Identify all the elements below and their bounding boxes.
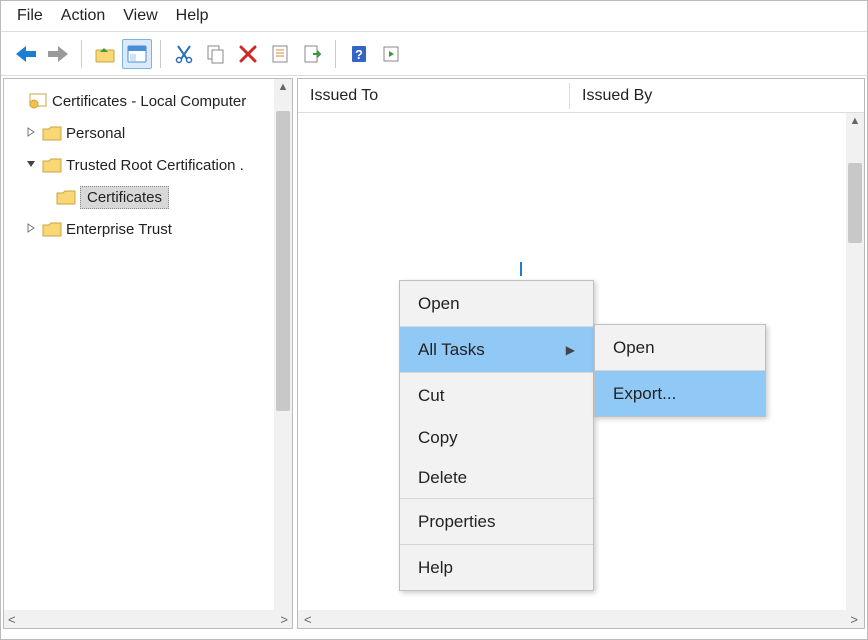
scroll-up-icon[interactable]: ▲ bbox=[278, 81, 289, 93]
submenu-arrow-icon: ▶ bbox=[566, 343, 575, 357]
tree-enterprise-label: Enterprise Trust bbox=[66, 221, 172, 238]
properties-button[interactable] bbox=[265, 39, 295, 69]
tree-root-label: Certificates - Local Computer bbox=[52, 93, 246, 110]
up-folder-button[interactable] bbox=[90, 39, 120, 69]
expand-icon[interactable] bbox=[24, 126, 38, 140]
folder-icon bbox=[42, 126, 62, 141]
menu-item-copy-label: Copy bbox=[418, 428, 458, 448]
menu-file[interactable]: File bbox=[17, 7, 43, 25]
svg-text:?: ? bbox=[355, 47, 363, 62]
show-console-tree-button[interactable] bbox=[122, 39, 152, 69]
menu-item-delete-label: Delete bbox=[418, 468, 467, 488]
tree-node-enterprise[interactable]: Enterprise Trust bbox=[6, 213, 272, 245]
scroll-left-icon[interactable]: < bbox=[8, 612, 16, 627]
toolbar-separator bbox=[335, 40, 336, 68]
tree-scroll-vertical[interactable]: ▲ bbox=[274, 79, 292, 628]
folder-icon bbox=[56, 190, 76, 205]
menu-item-help[interactable]: Help bbox=[400, 545, 593, 590]
selection-indicator bbox=[520, 262, 522, 276]
tree-root-certificates[interactable]: Certificates - Local Computer bbox=[6, 85, 272, 117]
list-header: Issued To Issued By bbox=[298, 79, 864, 113]
scroll-up-icon[interactable]: ▲ bbox=[850, 115, 861, 127]
menu-item-cut-label: Cut bbox=[418, 386, 444, 406]
submenu-item-open[interactable]: Open bbox=[595, 325, 765, 370]
list-scroll-vertical[interactable]: ▲ bbox=[846, 113, 864, 610]
refresh-button[interactable] bbox=[376, 39, 406, 69]
tree-personal-label: Personal bbox=[66, 125, 125, 142]
help-button[interactable]: ? bbox=[344, 39, 374, 69]
all-tasks-submenu: Open Export... bbox=[594, 324, 766, 417]
tree-scroll-horizontal[interactable]: < > bbox=[4, 610, 274, 628]
menu-item-all-tasks-label: All Tasks bbox=[418, 340, 485, 360]
export-list-button[interactable] bbox=[297, 39, 327, 69]
scroll-thumb[interactable] bbox=[276, 111, 290, 411]
menu-item-cut[interactable]: Cut bbox=[400, 373, 593, 418]
menu-item-copy[interactable]: Copy bbox=[400, 418, 593, 458]
submenu-item-open-label: Open bbox=[613, 338, 655, 358]
tree-certificates-label: Certificates bbox=[80, 186, 169, 209]
tree-pane: Certificates - Local Computer Personal T bbox=[3, 78, 293, 629]
toolbar-separator bbox=[81, 40, 82, 68]
list-scroll-horizontal[interactable]: < > bbox=[298, 610, 864, 628]
menu-bar: File Action View Help bbox=[1, 1, 867, 32]
collapse-icon[interactable] bbox=[24, 158, 38, 172]
menu-item-properties-label: Properties bbox=[418, 512, 495, 532]
back-button[interactable] bbox=[11, 39, 41, 69]
menu-item-delete[interactable]: Delete bbox=[400, 458, 593, 498]
copy-button[interactable] bbox=[201, 39, 231, 69]
tree-node-certificates[interactable]: Certificates bbox=[6, 181, 272, 213]
menu-item-open[interactable]: Open bbox=[400, 281, 593, 326]
tree-body: Certificates - Local Computer Personal T bbox=[4, 79, 274, 628]
submenu-item-export[interactable]: Export... bbox=[595, 371, 765, 416]
menu-item-help-label: Help bbox=[418, 558, 453, 578]
menu-view[interactable]: View bbox=[123, 7, 157, 25]
folder-icon bbox=[42, 158, 62, 173]
delete-button[interactable] bbox=[233, 39, 263, 69]
tree-node-trusted-root[interactable]: Trusted Root Certification . bbox=[6, 149, 272, 181]
column-issued-to[interactable]: Issued To bbox=[298, 83, 570, 109]
folder-icon bbox=[42, 222, 62, 237]
expand-icon[interactable] bbox=[24, 222, 38, 236]
toolbar: ? bbox=[1, 32, 867, 76]
cut-button[interactable] bbox=[169, 39, 199, 69]
tree-node-personal[interactable]: Personal bbox=[6, 117, 272, 149]
forward-button[interactable] bbox=[43, 39, 73, 69]
scroll-right-icon[interactable]: > bbox=[850, 612, 858, 627]
scroll-thumb[interactable] bbox=[848, 163, 862, 243]
menu-item-all-tasks[interactable]: All Tasks ▶ bbox=[400, 327, 593, 372]
menu-action[interactable]: Action bbox=[61, 7, 105, 25]
column-issued-by[interactable]: Issued By bbox=[570, 83, 664, 109]
context-menu: Open All Tasks ▶ Cut Copy Delete Propert… bbox=[399, 280, 594, 591]
menu-item-properties[interactable]: Properties bbox=[400, 499, 593, 544]
submenu-item-export-label: Export... bbox=[613, 384, 676, 404]
menu-item-open-label: Open bbox=[418, 294, 460, 314]
tree-trusted-root-label: Trusted Root Certification . bbox=[66, 157, 244, 174]
scroll-left-icon[interactable]: < bbox=[304, 612, 312, 627]
toolbar-separator bbox=[160, 40, 161, 68]
certificate-store-icon bbox=[28, 91, 48, 111]
menu-help[interactable]: Help bbox=[176, 7, 209, 25]
